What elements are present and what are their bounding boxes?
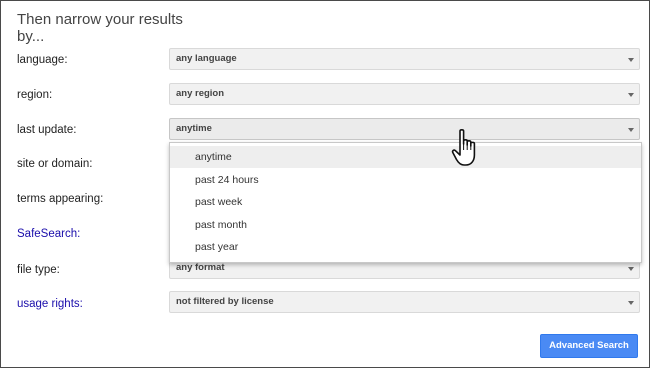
caret-down-icon bbox=[628, 93, 634, 97]
caret-down-icon bbox=[628, 58, 634, 62]
dropdown-option-anytime[interactable]: anytime bbox=[170, 146, 641, 168]
option-label: past month bbox=[195, 219, 247, 231]
option-label: past 24 hours bbox=[195, 174, 259, 186]
region-select[interactable]: any region bbox=[169, 83, 640, 105]
usage-rights-select[interactable]: not filtered by license bbox=[169, 291, 640, 313]
advanced-search-button[interactable]: Advanced Search bbox=[540, 334, 638, 358]
safesearch-link[interactable]: SafeSearch: bbox=[17, 227, 80, 241]
dropdown-option-past-year[interactable]: past year bbox=[170, 236, 641, 258]
option-label: anytime bbox=[195, 151, 232, 163]
caret-down-icon bbox=[628, 301, 634, 305]
hand-pointer-icon bbox=[451, 129, 476, 166]
language-value: any language bbox=[176, 53, 237, 64]
usage-rights-link[interactable]: usage rights: bbox=[17, 297, 83, 311]
file-type-value: any format bbox=[176, 262, 225, 273]
region-value: any region bbox=[176, 88, 225, 99]
last-update-dropdown-list: anytime past 24 hours past week past mon… bbox=[169, 142, 642, 263]
section-heading: Then narrow your results by... bbox=[17, 11, 183, 45]
last-update-select[interactable]: anytime bbox=[169, 118, 640, 140]
dropdown-option-past-week[interactable]: past week bbox=[170, 191, 641, 213]
last-update-label: last update: bbox=[17, 124, 77, 136]
language-select[interactable]: any language bbox=[169, 48, 640, 70]
last-update-value: anytime bbox=[176, 123, 212, 134]
language-label: language: bbox=[17, 54, 68, 66]
region-label: region: bbox=[17, 89, 53, 101]
dropdown-option-past-month[interactable]: past month bbox=[170, 214, 641, 236]
caret-down-icon bbox=[628, 128, 634, 132]
file-type-label: file type: bbox=[17, 264, 60, 276]
option-label: past year bbox=[195, 241, 239, 253]
option-label: past week bbox=[195, 196, 243, 208]
caret-down-icon bbox=[628, 267, 634, 271]
site-or-domain-label: site or domain: bbox=[17, 158, 93, 170]
terms-appearing-label: terms appearing: bbox=[17, 193, 104, 205]
usage-rights-value: not filtered by license bbox=[176, 296, 274, 307]
advanced-search-panel: Then narrow your results by... language:… bbox=[0, 0, 650, 368]
dropdown-option-past-24-hours[interactable]: past 24 hours bbox=[170, 169, 641, 191]
